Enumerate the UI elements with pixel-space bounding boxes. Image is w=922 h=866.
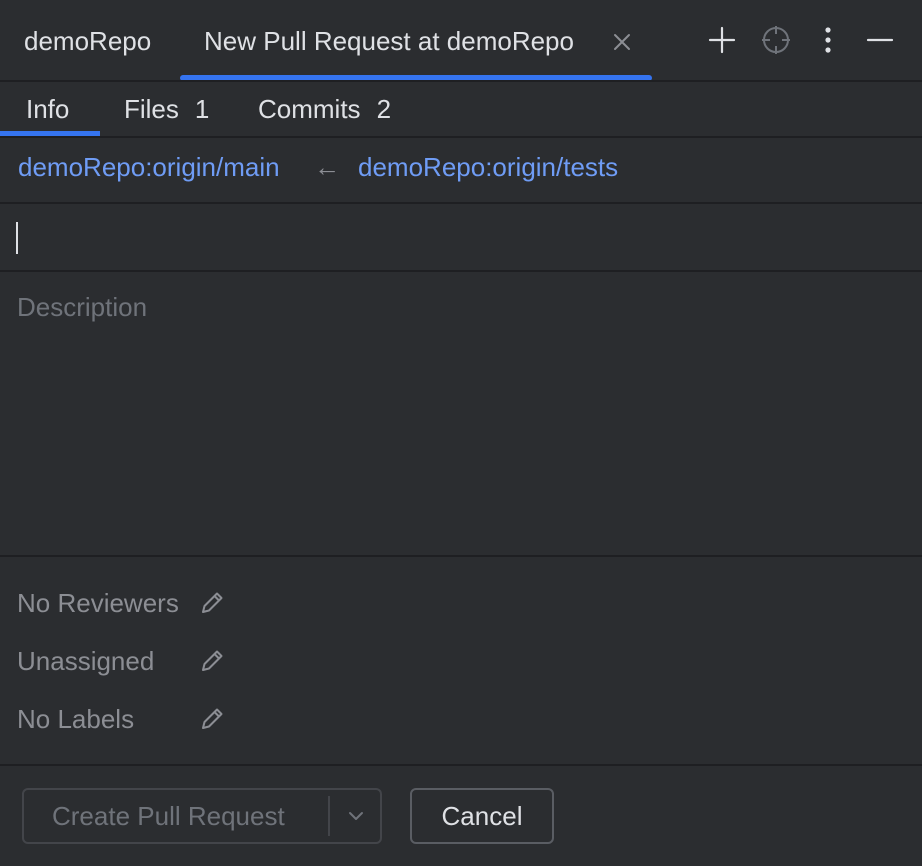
target-icon[interactable] [756, 20, 796, 60]
target-branch-link[interactable]: demoRepo:origin/main [18, 152, 280, 183]
tab-commits-count: 2 [376, 94, 392, 124]
divider [0, 80, 922, 82]
cancel-button[interactable]: Cancel [410, 788, 554, 844]
source-branch-link[interactable]: demoRepo:origin/tests [358, 152, 618, 183]
title-input[interactable] [0, 204, 922, 270]
description-placeholder: Description [17, 292, 148, 322]
minimize-icon[interactable] [860, 20, 900, 60]
active-tab-title[interactable]: New Pull Request at demoRepo [204, 26, 574, 57]
divider [0, 555, 922, 557]
tab-files-label: Files [124, 94, 179, 124]
project-tab[interactable]: demoRepo [24, 26, 151, 57]
labels-label: No Labels [17, 704, 135, 734]
reviewers-label: No Reviewers [17, 588, 179, 618]
divider [0, 764, 922, 766]
plus-icon[interactable] [702, 20, 742, 60]
button-separator [328, 796, 330, 836]
divider [0, 136, 922, 138]
tab-files[interactable]: Files 1 [124, 94, 209, 125]
assignee-label: Unassigned [17, 646, 155, 676]
description-textarea[interactable]: Description [0, 272, 922, 555]
create-pull-request-label: Create Pull Request [52, 800, 285, 831]
close-tab-icon[interactable] [610, 30, 634, 54]
chevron-down-icon[interactable] [342, 802, 370, 830]
edit-labels-pencil-icon[interactable] [196, 703, 228, 735]
edit-assignee-pencil-icon[interactable] [196, 645, 228, 677]
tab-files-count: 1 [194, 94, 210, 124]
edit-reviewers-pencil-icon[interactable] [196, 587, 228, 619]
text-cursor [16, 222, 18, 254]
more-vertical-icon[interactable] [808, 20, 848, 60]
tab-info-label: Info [26, 94, 70, 124]
tab-commits[interactable]: Commits 2 [258, 94, 391, 125]
arrow-left-icon: ← [314, 152, 340, 182]
create-pull-request-button[interactable]: Create Pull Request [22, 788, 382, 844]
tab-commits-label: Commits [258, 94, 361, 124]
tab-info[interactable]: Info [26, 94, 69, 125]
